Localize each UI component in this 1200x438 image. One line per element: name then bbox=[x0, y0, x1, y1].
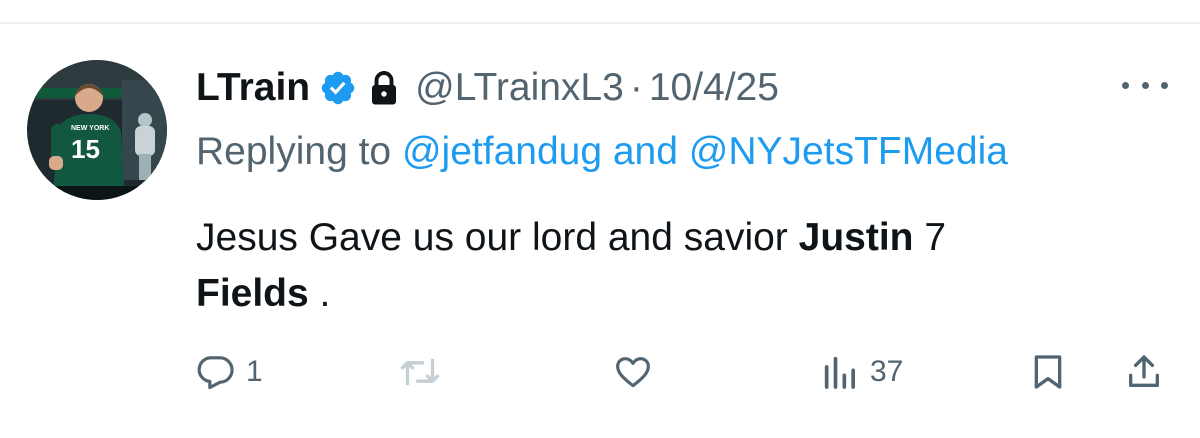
like-icon bbox=[616, 357, 650, 388]
share-icon bbox=[1129, 355, 1159, 387]
replying-to: Replying to @jetfandug and @NYJetsTFMedi… bbox=[196, 128, 1008, 176]
more-dot bbox=[1161, 81, 1168, 89]
reply-button[interactable]: 1 bbox=[196, 344, 263, 400]
bookmark-button[interactable] bbox=[1028, 344, 1068, 400]
more-dot bbox=[1141, 81, 1149, 89]
more-dot bbox=[1122, 81, 1129, 89]
tweet-text: Jesus Gave us our lord and savior Justin… bbox=[196, 210, 1126, 322]
separator-dot: · bbox=[629, 66, 643, 109]
views-button[interactable]: 37 bbox=[820, 344, 903, 400]
tweet-date[interactable]: 10/4/25 bbox=[649, 64, 779, 112]
replying-to-label: Replying to bbox=[196, 130, 402, 173]
avatar-jersey-text: NEW YORK bbox=[71, 125, 109, 132]
lock-icon bbox=[372, 71, 397, 105]
like-button[interactable] bbox=[612, 344, 664, 400]
avatar-image: NEW YORK 15 bbox=[27, 60, 167, 200]
mention-link[interactable]: @jetfandug bbox=[402, 130, 602, 173]
tweet-card[interactable]: NEW YORK 15 LTrain @LTrainxL3 · 10/4/25 … bbox=[0, 24, 1200, 438]
tweet-text-part: . bbox=[308, 272, 331, 315]
tweet-text-part: 7 bbox=[913, 216, 947, 259]
more-options-icon[interactable] bbox=[1122, 70, 1168, 100]
tweet-header: LTrain @LTrainxL3 · 10/4/25 bbox=[196, 64, 779, 112]
reply-count: 1 bbox=[246, 355, 263, 388]
handle[interactable]: @LTrainxL3 bbox=[415, 64, 624, 112]
views-icon bbox=[824, 356, 855, 389]
views-count: 37 bbox=[870, 355, 904, 388]
mention-link[interactable]: @NYJetsTFMedia bbox=[689, 130, 1008, 173]
action-bar: 1 37 bbox=[0, 344, 1200, 400]
reply-icon bbox=[197, 356, 234, 390]
tweet-text-bold: Justin bbox=[798, 216, 914, 259]
mention-joiner: and bbox=[602, 130, 689, 173]
retweet-button[interactable] bbox=[398, 344, 452, 400]
tweet-text-part: Jesus Gave us our lord and savior bbox=[196, 216, 799, 259]
avatar[interactable]: NEW YORK 15 bbox=[27, 60, 167, 200]
verified-badge-icon[interactable] bbox=[319, 69, 357, 107]
tweet-text-bold: Fields bbox=[196, 272, 309, 315]
bookmark-icon bbox=[1034, 355, 1062, 389]
retweet-icon bbox=[400, 358, 440, 386]
avatar-jersey-number: 15 bbox=[71, 134, 100, 164]
share-button[interactable] bbox=[1124, 344, 1164, 400]
display-name[interactable]: LTrain bbox=[196, 64, 310, 112]
